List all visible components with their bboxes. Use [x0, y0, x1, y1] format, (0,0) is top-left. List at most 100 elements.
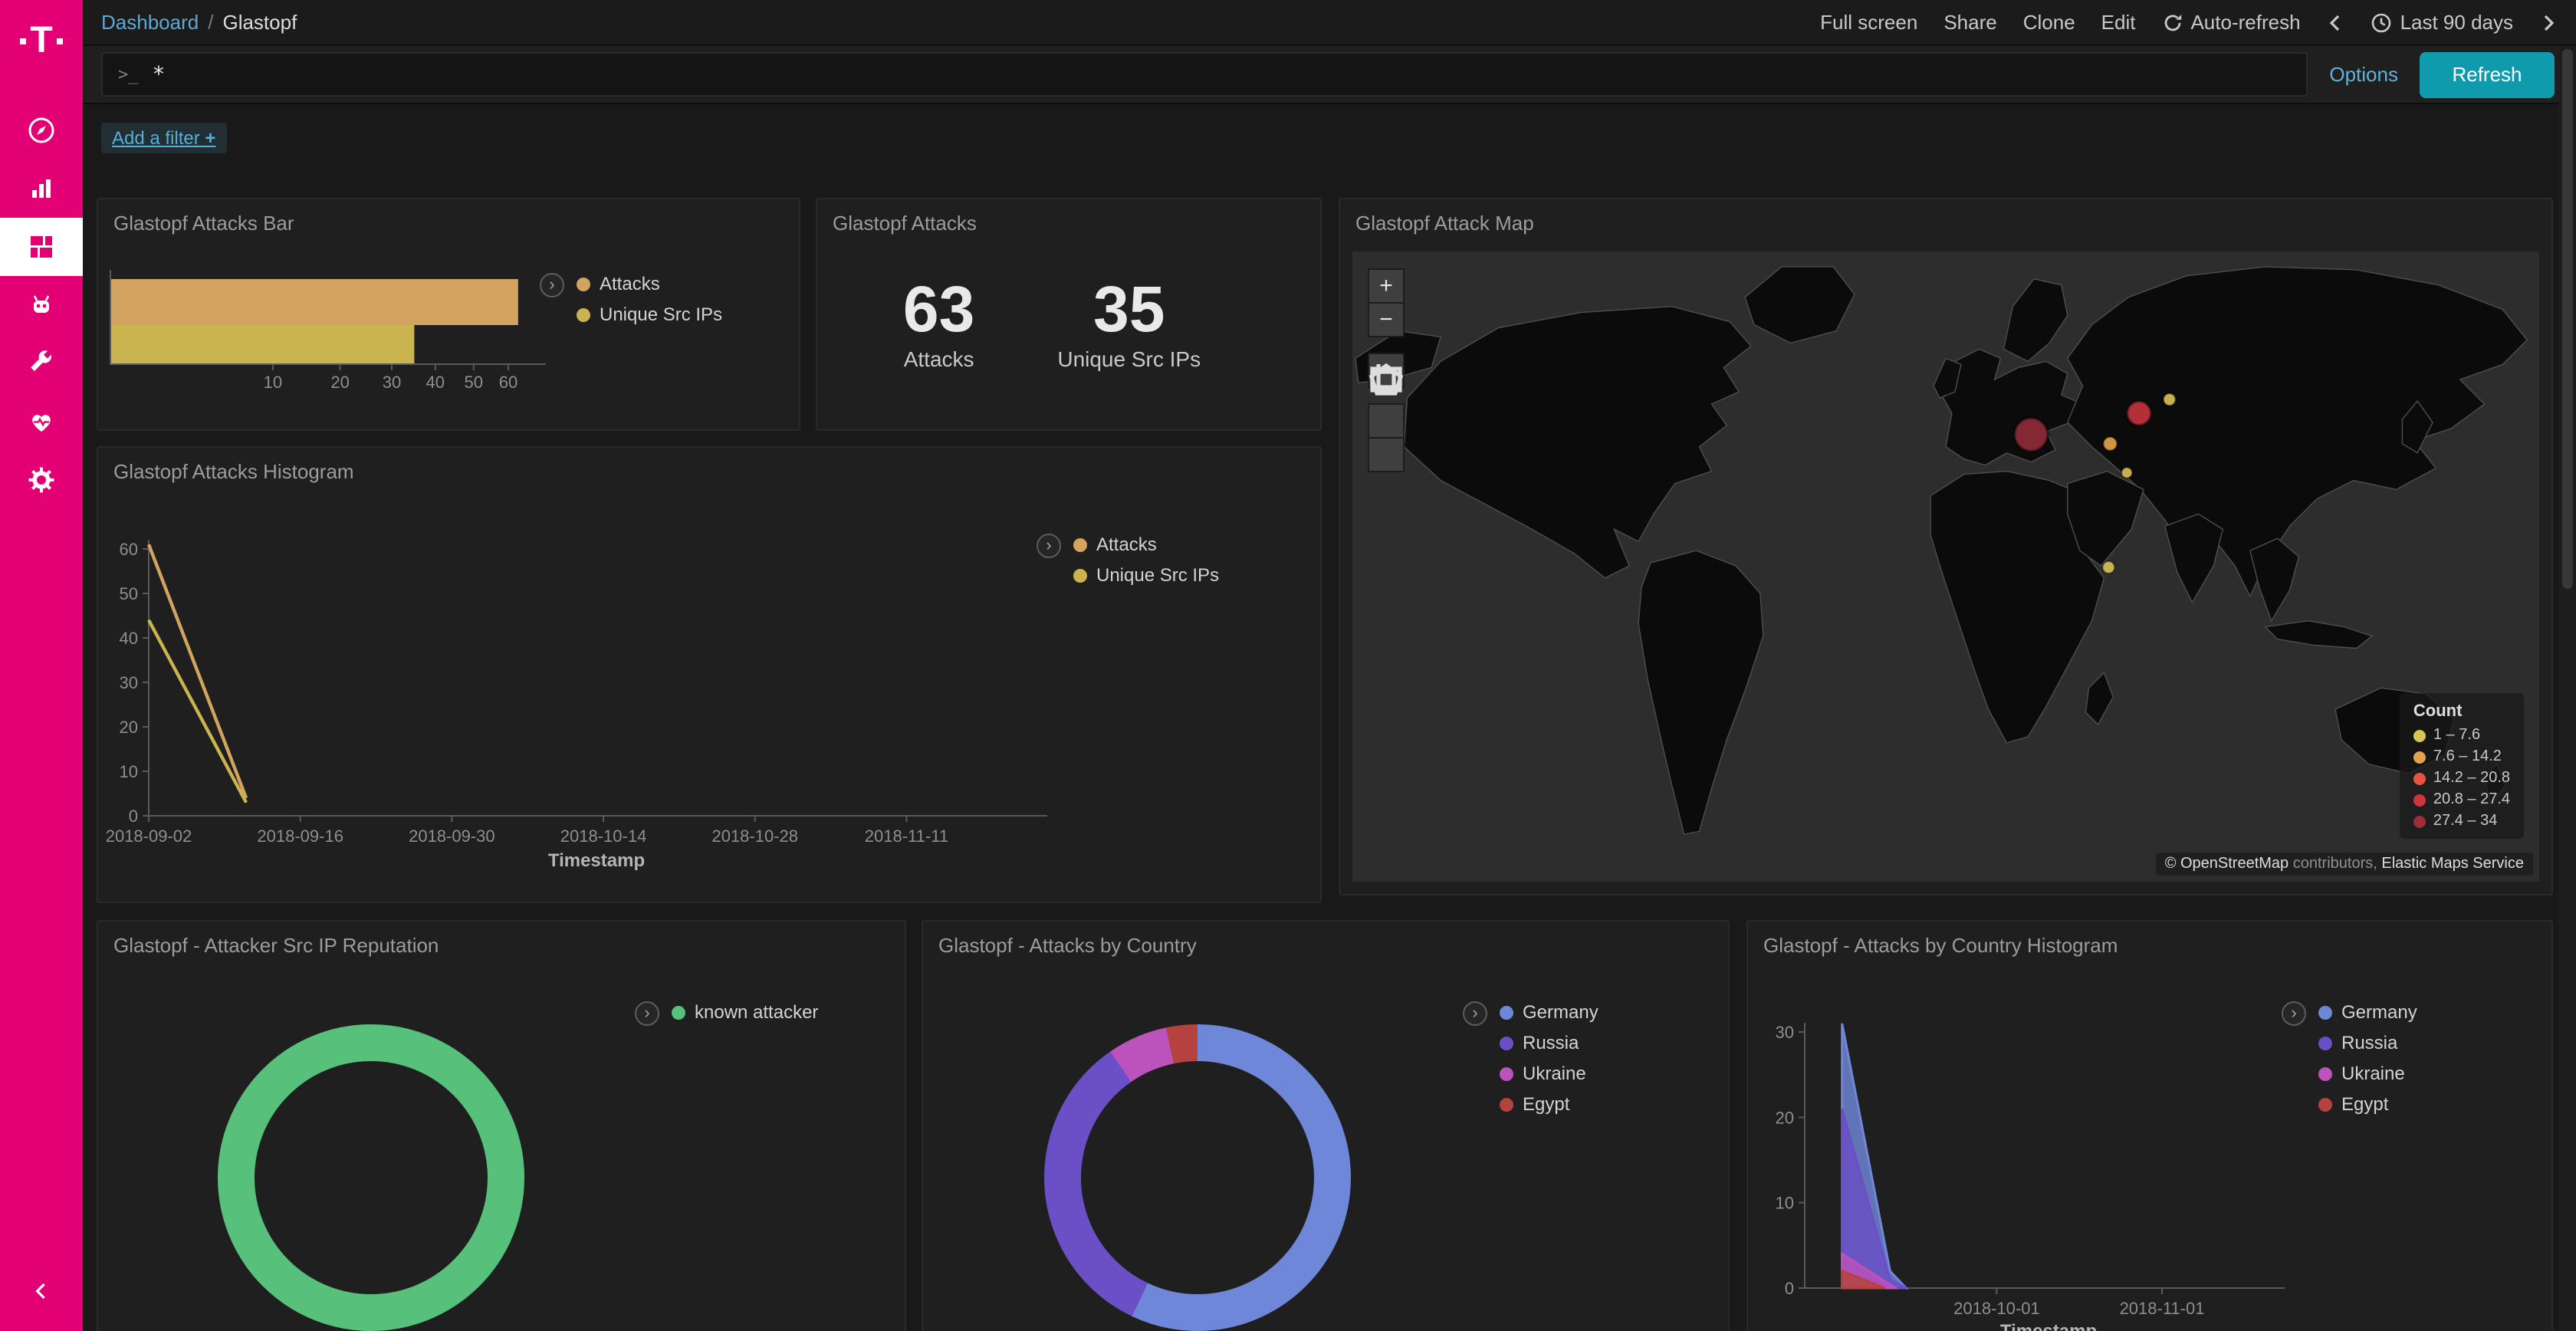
legend-color-dot — [1073, 537, 1087, 551]
reputation-donut-chart — [98, 922, 908, 1331]
refresh-button[interactable]: Refresh — [2420, 51, 2555, 97]
svg-text:20: 20 — [1776, 1108, 1794, 1127]
sidebar-item-monitoring[interactable] — [0, 393, 83, 451]
query-bar: >_ * Options Refresh — [83, 46, 2576, 104]
clone-button[interactable]: Clone — [2023, 11, 2075, 34]
time-range-button[interactable]: Last 90 days — [2371, 11, 2513, 34]
legend-label: 27.4 – 34 — [2433, 813, 2497, 830]
attribution-osm[interactable]: © OpenStreetMap — [2165, 856, 2289, 873]
panel-attacks-by-country: Glastopf - Attacks by Country ›GermanyRu… — [922, 920, 1730, 1331]
time-range-label: Last 90 days — [2400, 11, 2513, 34]
clock-icon — [2371, 12, 2393, 33]
dashboard-grid: Glastopf Attacks Bar 102030405060 ›Attac… — [83, 0, 2576, 1331]
main-area: Dashboard / Glastopf Full screen Share C… — [83, 0, 2576, 1331]
attribution-elastic[interactable]: Elastic Maps Service — [2381, 856, 2524, 873]
legend-item[interactable]: Attacks — [577, 273, 722, 294]
sidebar-item-discover[interactable] — [0, 101, 83, 159]
legend-toggle-icon[interactable]: › — [635, 1001, 659, 1026]
legend-label: known attacker — [695, 1001, 818, 1023]
page-scrollbar[interactable] — [2559, 46, 2576, 1331]
legend-item[interactable]: Egypt — [1500, 1093, 1598, 1115]
legend-item[interactable]: Ukraine — [2318, 1063, 2417, 1084]
svg-text:60: 60 — [120, 540, 138, 559]
map-draw-rectangle-button[interactable] — [1368, 437, 1405, 472]
search-query-input[interactable]: >_ * — [101, 52, 2308, 97]
legend-color-dot — [2318, 1066, 2332, 1080]
time-back-button[interactable] — [2327, 12, 2345, 33]
legend-item[interactable]: Germany — [2318, 1001, 2417, 1023]
sidebar-item-dashboard[interactable] — [0, 218, 83, 276]
panel-attacks-by-country-histogram: Glastopf - Attacks by Country Histogram … — [1746, 920, 2553, 1331]
metric-label: Attacks — [903, 347, 974, 371]
svg-text:2018-11-11: 2018-11-11 — [865, 827, 948, 846]
legend-color-dot — [1500, 1036, 1513, 1050]
legend-label: Ukraine — [1523, 1063, 1586, 1084]
metric-value: 35 — [1057, 274, 1201, 345]
query-options-link[interactable]: Options — [2329, 63, 2398, 86]
legend-item[interactable]: Ukraine — [1500, 1063, 1598, 1084]
attribution-contributors: contributors, — [2288, 856, 2381, 873]
map-legend-item: 14.2 – 20.8 — [2413, 770, 2510, 787]
sidebar-nav — [0, 101, 83, 509]
auto-refresh-button[interactable]: Auto-refresh — [2161, 11, 2300, 34]
legend-color-dot — [577, 277, 590, 291]
map-legend-item: 7.6 – 14.2 — [2413, 748, 2510, 765]
collapse-nav-button[interactable] — [28, 1277, 55, 1313]
legend-color-dot — [2318, 1097, 2332, 1111]
legend-item[interactable]: known attacker — [672, 1001, 818, 1023]
scrollbar-thumb[interactable] — [2562, 49, 2573, 589]
legend-item[interactable]: Unique Src IPs — [577, 304, 722, 325]
legend-item[interactable]: Russia — [1500, 1032, 1598, 1053]
legend-label: Unique Src IPs — [1096, 564, 1219, 586]
legend-label: 7.6 – 14.2 — [2433, 748, 2502, 765]
legend-toggle-icon[interactable]: › — [1037, 534, 1061, 558]
svg-text:20: 20 — [120, 718, 138, 737]
world-map[interactable]: + − — [1352, 251, 2539, 882]
legend-item[interactable]: Unique Src IPs — [1073, 564, 1219, 586]
svg-text:2018-10-28: 2018-10-28 — [711, 827, 798, 846]
breadcrumb-dashboard-link[interactable]: Dashboard — [101, 11, 199, 34]
svg-text:60: 60 — [499, 373, 518, 392]
legend-toggle-icon[interactable]: › — [2282, 1001, 2306, 1026]
svg-text:40: 40 — [120, 629, 138, 648]
legend-toggle-icon[interactable]: › — [1463, 1001, 1487, 1026]
svg-text:2018-09-16: 2018-09-16 — [257, 827, 343, 846]
legend-item[interactable]: Germany — [1500, 1001, 1598, 1023]
query-prompt-icon: >_ — [118, 64, 139, 84]
map-controls: + − — [1368, 270, 1405, 489]
legend-color-dot — [672, 1005, 685, 1019]
sidebar-item-timelion[interactable] — [0, 276, 83, 334]
chevron-left-icon — [28, 1277, 55, 1305]
share-button[interactable]: Share — [1944, 11, 1996, 34]
panel-title: Glastopf Attacks Bar — [98, 199, 799, 235]
sidebar-item-devtools[interactable] — [0, 334, 83, 393]
metric-attacks: 63 Attacks — [903, 274, 974, 371]
legend-toggle-icon[interactable]: › — [540, 273, 564, 297]
add-filter-link[interactable]: Add a filter + — [101, 123, 226, 153]
legend-item[interactable]: Egypt — [2318, 1093, 2417, 1115]
svg-text:30: 30 — [120, 673, 138, 692]
legend-label: 20.8 – 27.4 — [2433, 791, 2510, 808]
legend-label: Unique Src IPs — [600, 304, 722, 325]
time-forward-button[interactable] — [2539, 12, 2558, 33]
breadcrumb-separator: / — [208, 11, 213, 34]
full-screen-button[interactable]: Full screen — [1820, 11, 1917, 34]
logo-square-left — [19, 38, 25, 44]
panel-glastopf-attacks-histogram: Glastopf Attacks Histogram 0102030405060… — [97, 446, 1322, 903]
legend-color-dot — [2413, 815, 2426, 827]
telekom-logo[interactable]: T — [19, 0, 63, 83]
map-legend-title: Count — [2413, 702, 2510, 721]
legend-item[interactable]: Russia — [2318, 1032, 2417, 1053]
query-value: * — [153, 62, 166, 87]
legend-item[interactable]: Attacks — [1073, 534, 1219, 555]
legend-color-dot — [577, 307, 590, 321]
sidebar-item-management[interactable] — [0, 451, 83, 509]
panel-glastopf-attacks-bar: Glastopf Attacks Bar 102030405060 ›Attac… — [97, 198, 800, 431]
legend-label: Egypt — [2341, 1093, 2388, 1115]
edit-button[interactable]: Edit — [2101, 11, 2136, 34]
kibana-dashboard-app: T — [0, 0, 2576, 1331]
legend-color-dot — [1500, 1005, 1513, 1019]
sidebar-item-visualize[interactable] — [0, 159, 83, 218]
logo-t: T — [30, 23, 52, 60]
svg-text:20: 20 — [330, 373, 349, 392]
